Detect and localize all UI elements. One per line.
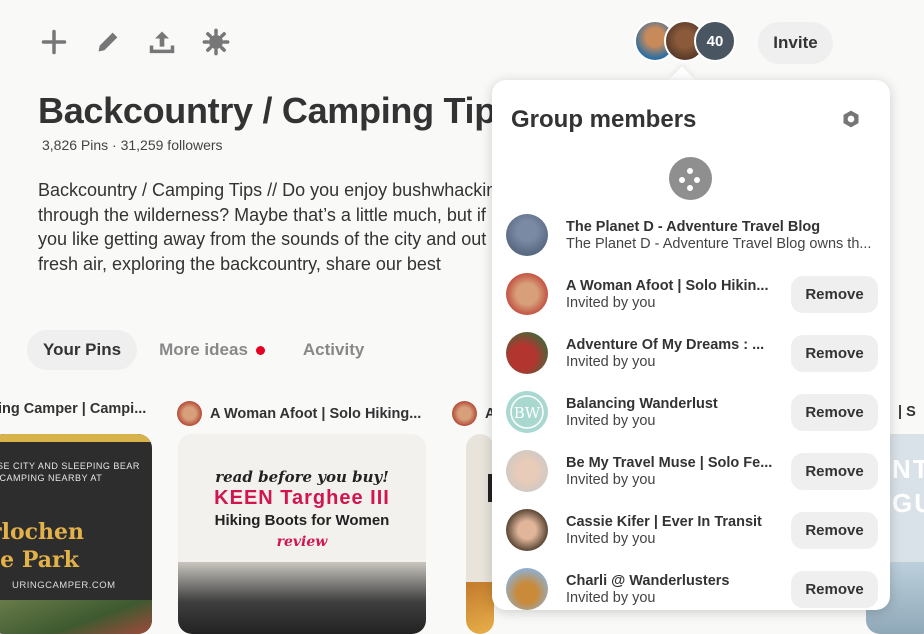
board-tabs: Your Pins More ideas Activity <box>27 330 380 370</box>
pin-headline: KEEN Targhee III <box>214 487 390 509</box>
pin-text: read before you buy! <box>215 468 389 486</box>
pin-headline: NTEGUI <box>892 454 924 518</box>
remove-button[interactable]: Remove <box>791 275 878 313</box>
remove-button[interactable]: Remove <box>791 570 878 608</box>
notification-dot <box>255 345 265 355</box>
pin-author-name: A Woman Afoot | Solo Hiking... <box>210 405 422 422</box>
board-toolbar <box>38 26 232 58</box>
avatar <box>452 401 477 426</box>
pin-text: Hiking Boots for Women <box>214 512 390 529</box>
member-subtitle: Invited by you <box>566 412 656 429</box>
board-stats: 3,826 Pins · 31,259 followers <box>42 137 223 153</box>
settings-icon[interactable] <box>200 26 232 58</box>
tab-more-ideas[interactable]: More ideas <box>143 330 281 370</box>
invite-button[interactable]: Invite <box>758 22 833 64</box>
avatar <box>506 509 548 551</box>
pin-card[interactable]: RSE CITY AND SLEEPING BEAR E CAMPING NEAR… <box>0 434 152 634</box>
pin-author-name: | S <box>898 404 916 420</box>
member-subtitle: Invited by you <box>566 353 656 370</box>
member-info: Be My Travel Muse | Solo Fe... Invited b… <box>566 455 784 488</box>
pin-text: RSE CITY AND SLEEPING BEAR E CAMPING NEAR… <box>0 461 140 483</box>
avatar <box>506 568 548 610</box>
member-name: A Woman Afoot | Solo Hikin... <box>566 277 769 294</box>
pin-author[interactable]: ing Camper | Campi... <box>0 401 146 417</box>
member-row: Adventure Of My Dreams : ... Invited by … <box>506 328 878 378</box>
tab-label: More ideas <box>159 340 248 359</box>
board-title: Backcountry / Camping Tips <box>38 90 516 131</box>
remove-button[interactable]: Remove <box>791 393 878 431</box>
pin-banner <box>0 434 152 442</box>
member-info: Charli @ Wanderlusters Invited by you <box>566 573 784 606</box>
svg-text:BW: BW <box>514 404 541 422</box>
member-row: A Woman Afoot | Solo Hikin... Invited by… <box>506 269 878 319</box>
member-row: BW Balancing Wanderlust Invited by you R… <box>506 387 878 437</box>
avatar: BW <box>506 391 548 433</box>
member-subtitle: The Planet D - Adventure Travel Blog own… <box>566 235 872 252</box>
tab-your-pins[interactable]: Your Pins <box>27 330 138 370</box>
avatar <box>506 332 548 374</box>
plus-icon[interactable] <box>38 26 70 58</box>
member-subtitle: Invited by you <box>566 530 656 547</box>
member-info: The Planet D - Adventure Travel Blog The… <box>566 219 878 252</box>
gear-icon[interactable] <box>839 107 863 131</box>
member-info: Cassie Kifer | Ever In Transit Invited b… <box>566 514 784 547</box>
group-members-popover: Group members The Planet D - Adventure T… <box>492 80 890 610</box>
pin-author[interactable]: A <box>452 401 495 426</box>
member-row: Be My Travel Muse | Solo Fe... Invited b… <box>506 446 878 496</box>
tab-activity[interactable]: Activity <box>287 330 380 370</box>
pin-photo <box>0 600 152 634</box>
collaborator-avatars[interactable]: 40 <box>634 20 736 62</box>
member-row: Charli @ Wanderlusters Invited by you Re… <box>506 564 878 610</box>
pin-url: URINGCAMPER.COM <box>12 580 116 591</box>
member-row: Cassie Kifer | Ever In Transit Invited b… <box>506 505 878 555</box>
pin-author[interactable]: | S <box>898 404 916 420</box>
remove-button[interactable]: Remove <box>791 452 878 490</box>
more-options-icon[interactable] <box>669 157 712 200</box>
member-name: Be My Travel Muse | Solo Fe... <box>566 454 773 471</box>
avatar <box>177 401 202 426</box>
remove-button[interactable]: Remove <box>791 511 878 549</box>
pin-author[interactable]: A Woman Afoot | Solo Hiking... <box>177 401 421 426</box>
pencil-icon[interactable] <box>92 26 124 58</box>
pin-photo <box>466 582 494 634</box>
tab-label: Your Pins <box>43 340 122 359</box>
popover-title: Group members <box>511 106 697 133</box>
member-subtitle: Invited by you <box>566 294 656 311</box>
member-info: Adventure Of My Dreams : ... Invited by … <box>566 337 784 370</box>
member-name: Balancing Wanderlust <box>566 395 718 412</box>
pin-headline: rlochente Park <box>0 519 85 573</box>
member-info: A Woman Afoot | Solo Hikin... Invited by… <box>566 278 784 311</box>
tab-label: Activity <box>302 340 365 359</box>
logo-icon: BW <box>510 395 544 429</box>
member-info: Balancing Wanderlust Invited by you <box>566 396 784 429</box>
board-description: Backcountry / Camping Tips // Do you enj… <box>38 180 507 274</box>
avatar <box>506 450 548 492</box>
member-row: The Planet D - Adventure Travel Blog The… <box>506 210 878 260</box>
pin-card[interactable]: read before you buy! KEEN Targhee III Hi… <box>178 434 426 634</box>
pin-photo <box>178 562 426 634</box>
member-subtitle: Invited by you <box>566 589 656 606</box>
member-subtitle: Invited by you <box>566 471 656 488</box>
pin-author-name: ing Camper | Campi... <box>0 401 147 417</box>
member-count-badge: 40 <box>694 20 736 62</box>
pin-card[interactable] <box>466 434 494 634</box>
avatar <box>506 273 548 315</box>
member-name: The Planet D - Adventure Travel Blog <box>566 218 821 235</box>
share-icon[interactable] <box>146 26 178 58</box>
avatar <box>506 214 548 256</box>
pin-text: review <box>276 534 328 550</box>
member-name: Charli @ Wanderlusters <box>566 572 730 589</box>
member-name: Cassie Kifer | Ever In Transit <box>566 513 762 530</box>
remove-button[interactable]: Remove <box>791 334 878 372</box>
member-name: Adventure Of My Dreams : ... <box>566 336 765 353</box>
